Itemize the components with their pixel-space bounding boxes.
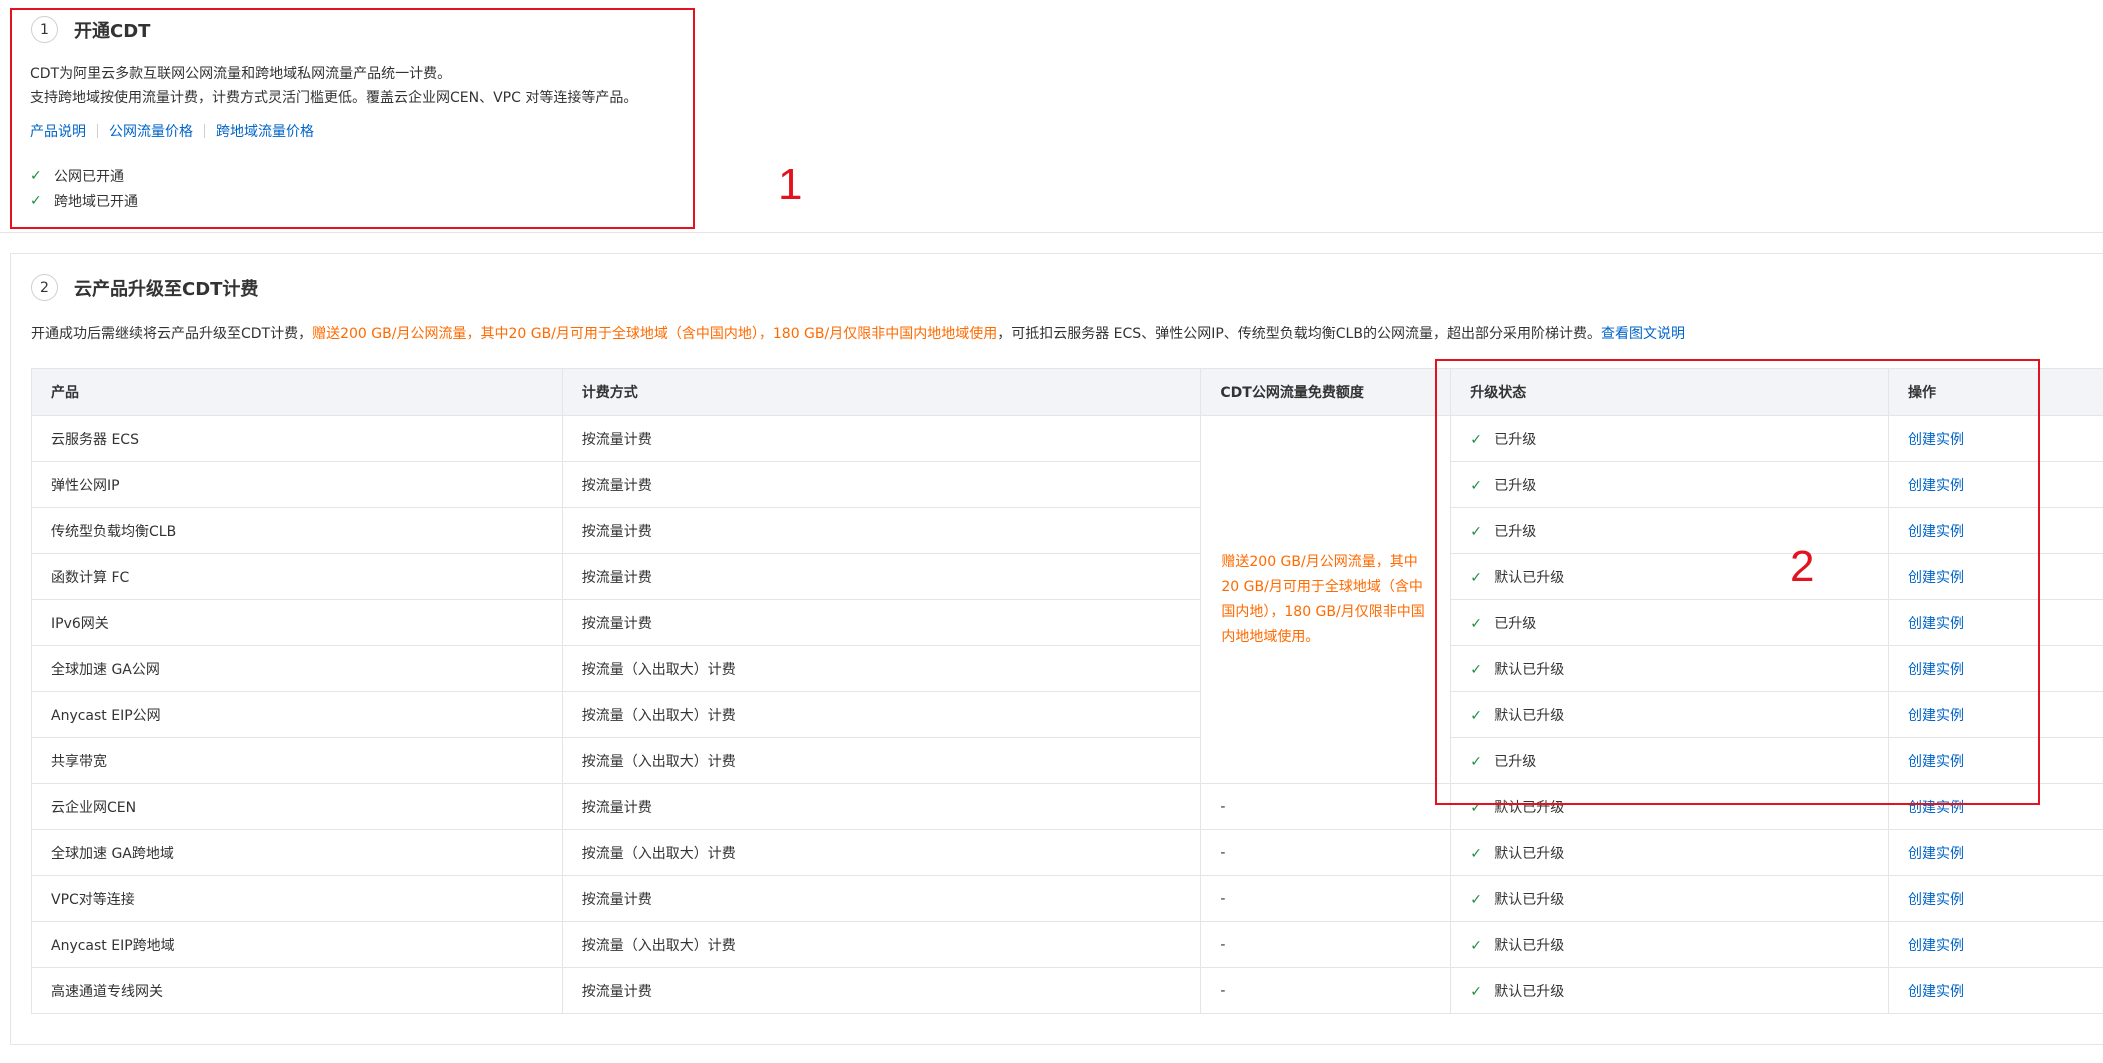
- product-cell: IPv6网关: [31, 599, 563, 646]
- action-cell: 创建实例: [1888, 967, 2103, 1014]
- header-product: 产品: [31, 368, 563, 416]
- create-instance-link[interactable]: 创建实例: [1908, 892, 1964, 908]
- table-row: 高速通道专线网关 按流量计费 - ✓ 默认已升级 创建实例: [31, 967, 2103, 1014]
- create-instance-link[interactable]: 创建实例: [1908, 938, 1964, 954]
- product-cell: Anycast EIP公网: [31, 691, 563, 738]
- check-icon: ✓: [1470, 937, 1483, 954]
- table-row: Anycast EIP跨地域 按流量（入出取大）计费 - ✓ 默认已升级 创建实例: [31, 921, 2103, 968]
- billing-cell: 按流量计费: [561, 875, 1202, 922]
- billing-cell: 按流量计费: [561, 461, 1202, 508]
- free-quota-cell: -: [1200, 967, 1452, 1014]
- check-icon: ✓: [1470, 891, 1483, 908]
- product-cell: 全球加速 GA跨地域: [31, 829, 563, 876]
- step2-desc-suffix: ，可抵扣云服务器 ECS、弹性公网IP、传统型负载均衡CLB的公网流量，超出部分…: [997, 326, 1601, 342]
- step2-description: 开通成功后需继续将云产品升级至CDT计费，赠送200 GB/月公网流量，其中20…: [31, 322, 1685, 346]
- annotation-box-1: [10, 8, 695, 229]
- billing-cell: 按流量计费: [561, 415, 1202, 462]
- product-cell: 函数计算 FC: [31, 553, 563, 600]
- action-cell: 创建实例: [1888, 921, 2103, 968]
- status-label: 默认已升级: [1494, 983, 1565, 1000]
- create-instance-link[interactable]: 创建实例: [1908, 984, 1964, 1000]
- product-cell: 弹性公网IP: [31, 461, 563, 508]
- free-quota-cell: -: [1200, 875, 1452, 922]
- billing-cell: 按流量（入出取大）计费: [561, 737, 1202, 784]
- free-quota-cell: -: [1200, 783, 1452, 830]
- upgrade-status-cell: ✓ 默认已升级: [1450, 875, 1890, 922]
- check-icon: ✓: [1470, 983, 1483, 1000]
- free-quota-cell: -: [1200, 921, 1452, 968]
- table-row: VPC对等连接 按流量计费 - ✓ 默认已升级 创建实例: [31, 875, 2103, 922]
- product-cell: 全球加速 GA公网: [31, 645, 563, 692]
- upgrade-status-cell: ✓ 默认已升级: [1450, 921, 1890, 968]
- status-label: 默认已升级: [1494, 937, 1565, 954]
- upgrade-status-cell: ✓ 默认已升级: [1450, 829, 1890, 876]
- step2-header: 2 云产品升级至CDT计费: [31, 274, 258, 301]
- view-guide-link[interactable]: 查看图文说明: [1601, 326, 1685, 342]
- action-cell: 创建实例: [1888, 829, 2103, 876]
- billing-cell: 按流量（入出取大）计费: [561, 921, 1202, 968]
- product-cell: 共享带宽: [31, 737, 563, 784]
- free-quota-cell: 赠送200 GB/月公网流量，其中20 GB/月可用于全球地域（含中国内地），1…: [1200, 415, 1452, 784]
- step2-number: 2: [31, 274, 58, 301]
- header-free-quota: CDT公网流量免费额度: [1200, 368, 1452, 416]
- annotation-number-2: 2: [1790, 542, 1815, 591]
- product-cell: 传统型负载均衡CLB: [31, 507, 563, 554]
- billing-cell: 按流量计费: [561, 507, 1202, 554]
- billing-cell: 按流量（入出取大）计费: [561, 691, 1202, 738]
- product-cell: Anycast EIP跨地域: [31, 921, 563, 968]
- action-cell: 创建实例: [1888, 875, 2103, 922]
- step2-title: 云产品升级至CDT计费: [74, 278, 259, 300]
- check-icon: ✓: [1470, 845, 1483, 862]
- annotation-number-1: 1: [778, 160, 803, 209]
- step2-desc-highlight: 赠送200 GB/月公网流量，其中20 GB/月可用于全球地域（含中国内地），1…: [312, 326, 998, 342]
- product-cell: 云服务器 ECS: [31, 415, 563, 462]
- billing-cell: 按流量计费: [561, 783, 1202, 830]
- billing-cell: 按流量计费: [561, 967, 1202, 1014]
- upgrade-status-cell: ✓ 默认已升级: [1450, 967, 1890, 1014]
- create-instance-link[interactable]: 创建实例: [1908, 846, 1964, 862]
- product-cell: 高速通道专线网关: [31, 967, 563, 1014]
- table-row: 全球加速 GA跨地域 按流量（入出取大）计费 - ✓ 默认已升级 创建实例: [31, 829, 2103, 876]
- billing-cell: 按流量计费: [561, 553, 1202, 600]
- billing-cell: 按流量计费: [561, 599, 1202, 646]
- product-cell: 云企业网CEN: [31, 783, 563, 830]
- billing-cell: 按流量（入出取大）计费: [561, 645, 1202, 692]
- status-label: 默认已升级: [1494, 845, 1565, 862]
- annotation-box-2: [1435, 359, 2040, 805]
- billing-cell: 按流量（入出取大）计费: [561, 829, 1202, 876]
- product-cell: VPC对等连接: [31, 875, 563, 922]
- step2-desc-prefix: 开通成功后需继续将云产品升级至CDT计费，: [31, 326, 313, 342]
- status-label: 默认已升级: [1494, 891, 1565, 908]
- free-quota-cell: -: [1200, 829, 1452, 876]
- header-billing: 计费方式: [561, 368, 1202, 416]
